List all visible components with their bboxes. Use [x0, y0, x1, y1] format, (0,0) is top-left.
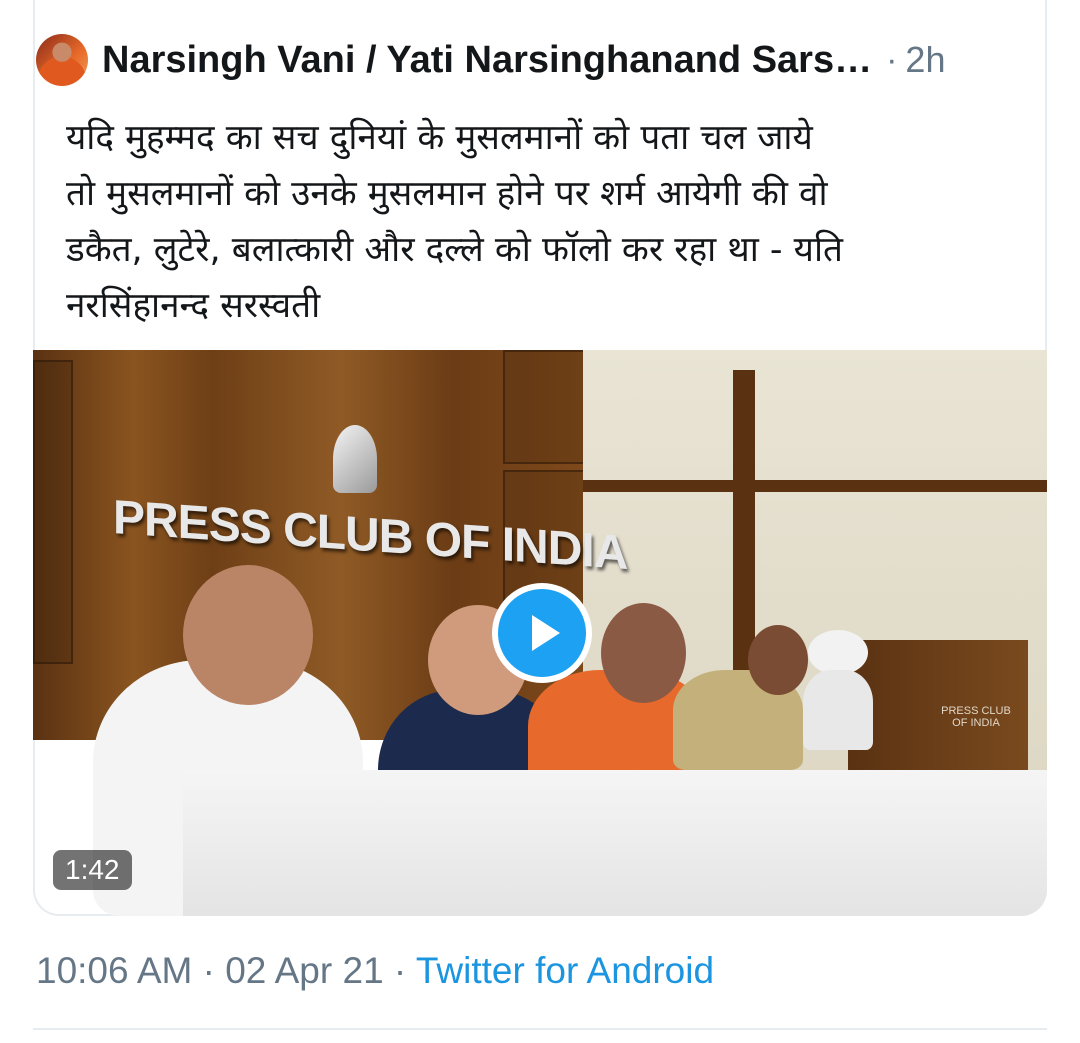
- person-head: [748, 625, 808, 695]
- tweet-text: यदि मुहम्मद का सच दुनियां के मुसलमानों क…: [66, 110, 966, 334]
- person-white-robe: [803, 670, 873, 750]
- wall-panel: [33, 360, 73, 664]
- tweet-text-line: तो मुसलमानों को उनके मुसलमान होने पर शर्…: [66, 174, 828, 214]
- play-icon: [532, 615, 560, 651]
- tweet-footer: 10:06 AM · 02 Apr 21 · Twitter for Andro…: [36, 950, 714, 992]
- footer-separator: ·: [393, 950, 407, 991]
- video-duration: 1:42: [53, 850, 132, 890]
- tweet-client-link[interactable]: Twitter for Android: [416, 950, 714, 991]
- tweet-relative-time[interactable]: 2h: [905, 39, 945, 81]
- tweet-time[interactable]: 10:06 AM: [36, 950, 192, 991]
- tweet-text-line: नरसिंहानन्द सरस्वती: [66, 286, 321, 326]
- tweet-header: Narsingh Vani / Yati Narsinghanand Sars……: [36, 30, 1016, 90]
- footer-separator: ·: [202, 950, 215, 991]
- tweet-text-line: डकैत, लुटेरे, बलात्कारी और दल्ले को फॉलो…: [66, 230, 843, 270]
- press-club-logo: [333, 425, 377, 493]
- person-head: [601, 603, 686, 703]
- table: [183, 770, 1047, 916]
- podium-sign: PRESS CLUB OF INDIA: [941, 705, 1011, 729]
- video-player[interactable]: PRESS CLUB OF INDIA PRESS CLUB OF INDIA …: [33, 350, 1047, 916]
- tweet-text-line: यदि मुहम्मद का सच दुनियां के मुसलमानों क…: [66, 118, 813, 158]
- person-turban: [808, 630, 868, 675]
- author-avatar[interactable]: [36, 34, 88, 86]
- divider: [33, 1028, 1047, 1030]
- header-separator: ·: [886, 40, 898, 79]
- author-name[interactable]: Narsingh Vani / Yati Narsinghanand Sars…: [102, 39, 872, 82]
- wall-trim: [583, 480, 1047, 492]
- tweet-date[interactable]: 02 Apr 21: [225, 950, 383, 991]
- wall-panel: [503, 350, 587, 464]
- play-icon-circle: [498, 589, 586, 677]
- person-head: [183, 565, 313, 705]
- play-button[interactable]: [492, 583, 592, 683]
